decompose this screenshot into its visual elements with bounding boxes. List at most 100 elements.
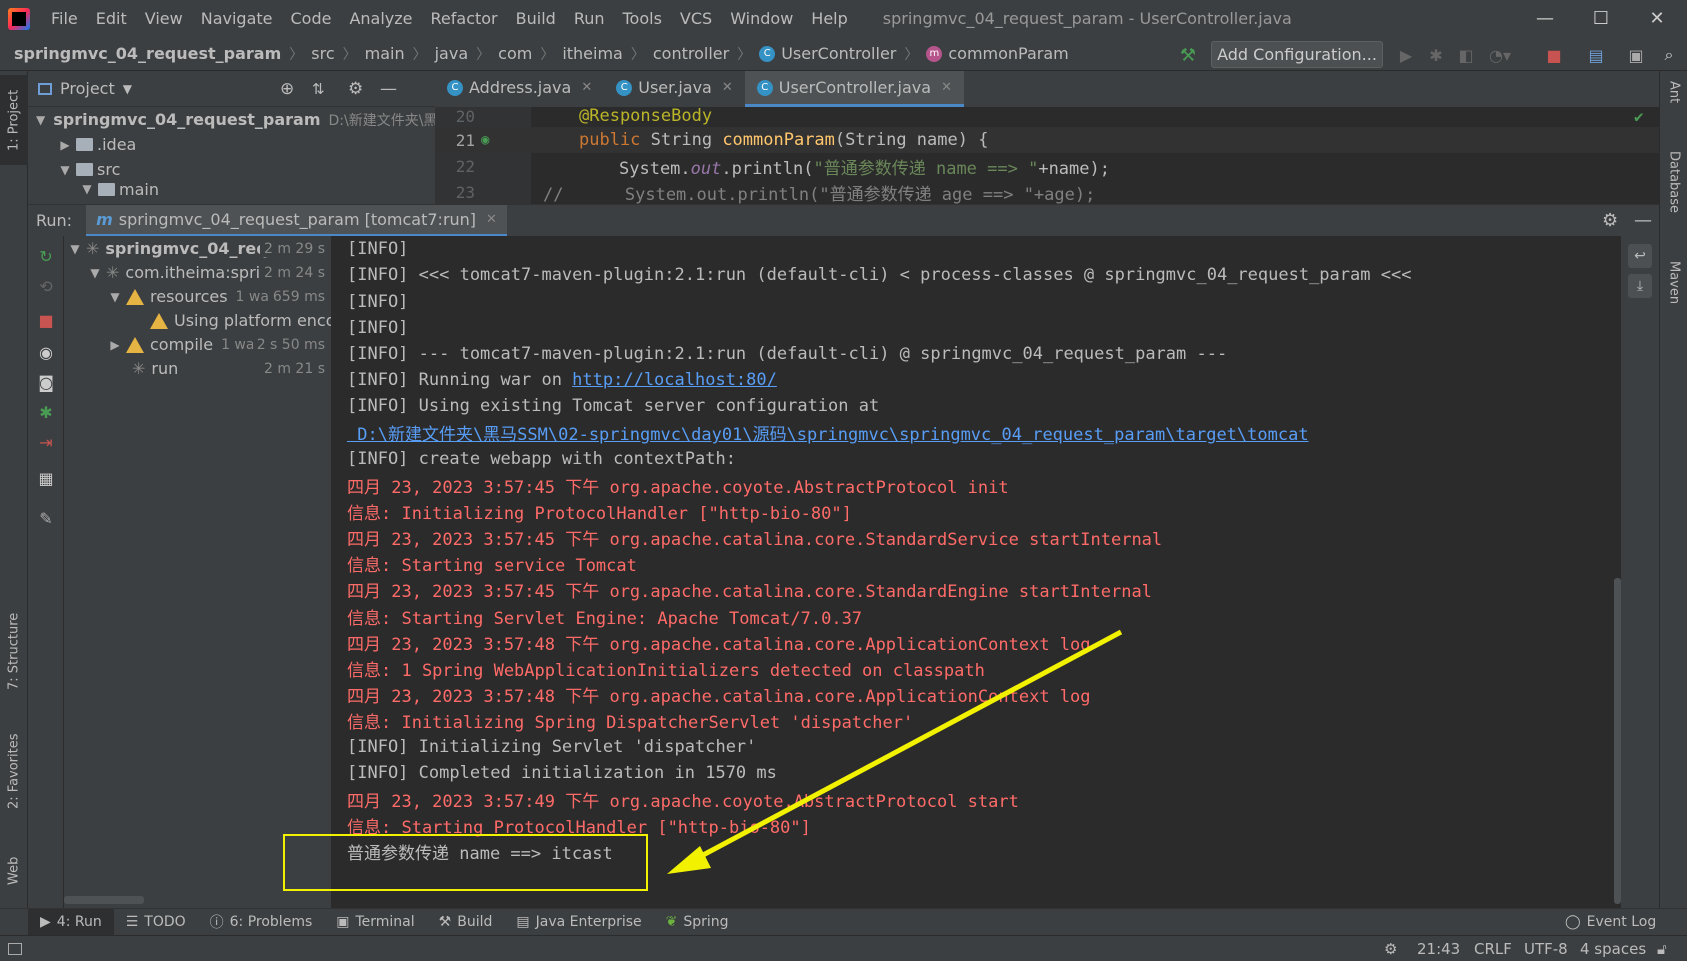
crumb-itheima[interactable]: itheima	[562, 44, 623, 63]
console-line[interactable]: D:\新建文件夹\黑马SSM\02-springmvc\day01\源码\spr…	[347, 420, 1308, 446]
hide-panel-icon[interactable]: —	[380, 79, 397, 99]
code-editor[interactable]: 20 @ResponseBody 21 ◉ public String comm…	[435, 107, 1659, 204]
crumb-project[interactable]: springmvc_04_request_param	[14, 44, 281, 63]
menu-view[interactable]: View	[136, 9, 192, 28]
menu-refactor[interactable]: Refactor	[422, 9, 507, 28]
crumb-method[interactable]: m commonParam	[926, 44, 1069, 63]
menu-help[interactable]: Help	[802, 9, 856, 28]
run-icon[interactable]: ▶	[1395, 44, 1417, 66]
menu-build[interactable]: Build	[507, 9, 565, 28]
debug-icon[interactable]: ✱	[1425, 44, 1447, 66]
console-output[interactable]: \classes[INFO][INFO] <<< tomcat7-maven-p…	[331, 236, 1621, 908]
line-separator[interactable]: CRLF	[1474, 940, 1512, 958]
chevron-down-icon[interactable]: ▼	[123, 82, 132, 96]
event-log-button[interactable]: ◯ Event Log	[1553, 914, 1668, 930]
maximize-icon[interactable]: ☐	[1573, 0, 1629, 37]
camera-icon[interactable]: ◙	[36, 372, 56, 392]
tab-project-tool[interactable]: 1: Project	[0, 75, 28, 165]
run-tab[interactable]: m springmvc_04_request_param [tomcat7:ru…	[86, 204, 507, 237]
tab-favorites-tool[interactable]: 2: Favorites	[0, 721, 28, 821]
close-icon[interactable]: ✕	[722, 80, 733, 95]
build-tree-module[interactable]: ▼ ✳ com.itheima:sprir 2 m 24 s	[64, 260, 331, 285]
horizontal-scrollbar[interactable]	[64, 896, 144, 904]
tree-item-src[interactable]: ▼ src	[28, 157, 435, 182]
menu-vcs[interactable]: VCS	[671, 9, 721, 28]
add-configuration-button[interactable]: Add Configuration...	[1211, 41, 1383, 68]
locate-icon[interactable]: ⊕	[280, 79, 294, 99]
tab-problems-tool[interactable]: ⓘ 6: Problems	[198, 912, 325, 932]
build-tree-warning[interactable]: Using platform enco	[64, 308, 331, 333]
coverage-icon[interactable]: ◧	[1455, 44, 1477, 66]
close-icon[interactable]: ✕	[1629, 0, 1685, 37]
stop-icon[interactable]: ■	[1543, 44, 1565, 66]
build-tree-compile[interactable]: ▶ compile 1 wa 2 s 50 ms	[64, 332, 331, 357]
project-structure-icon[interactable]: ▤	[1585, 44, 1607, 66]
spring-bean-icon[interactable]: ◉	[481, 132, 489, 148]
gear-icon[interactable]: ⚙	[348, 79, 363, 99]
tab-user-java[interactable]: C User.java ✕	[604, 71, 745, 107]
menu-navigate[interactable]: Navigate	[192, 9, 282, 28]
tree-item-idea[interactable]: ▶ .idea	[28, 132, 435, 157]
eye-icon[interactable]: ◉	[36, 342, 56, 362]
exit-icon[interactable]: ⇥	[36, 432, 56, 452]
tab-build-tool[interactable]: ⚒ Build	[427, 914, 505, 930]
menu-run[interactable]: Run	[565, 9, 614, 28]
crumb-java[interactable]: java	[435, 44, 469, 63]
soft-wrap-icon[interactable]: ↩	[1628, 244, 1652, 268]
menu-code[interactable]: Code	[282, 9, 341, 28]
tab-web-tool[interactable]: Web	[0, 841, 28, 901]
console-scrollbar[interactable]	[1614, 578, 1621, 904]
gear-icon[interactable]: ⚙	[1602, 210, 1618, 231]
crumb-src[interactable]: src	[311, 44, 334, 63]
file-encoding[interactable]: UTF-8	[1524, 940, 1568, 958]
close-icon[interactable]: ✕	[941, 80, 952, 95]
crumb-usercontroller[interactable]: C UserController	[759, 44, 896, 63]
tab-run-tool[interactable]: ▶ 4: Run	[28, 908, 114, 936]
scroll-to-end-icon[interactable]: ⤓	[1628, 274, 1652, 298]
terminal-icon[interactable]: ▣	[1625, 44, 1647, 66]
tab-usercontroller-java[interactable]: C UserController.java ✕	[744, 71, 964, 107]
tab-structure-tool[interactable]: 7: Structure	[0, 601, 28, 701]
profile-icon[interactable]: ◔▾	[1489, 44, 1511, 66]
tab-todo-tool[interactable]: ☰ TODO	[114, 914, 198, 930]
crumb-main[interactable]: main	[365, 44, 405, 63]
menu-tools[interactable]: Tools	[614, 9, 671, 28]
console-link[interactable]: http://localhost:80/	[572, 370, 777, 390]
menu-analyze[interactable]: Analyze	[340, 9, 421, 28]
project-title[interactable]: Project	[60, 79, 115, 98]
tab-maven-tool[interactable]: Maven	[1660, 261, 1687, 351]
lock-icon[interactable]: 🔓︎	[1657, 940, 1667, 958]
hammer-build-icon[interactable]: ⚒	[1177, 44, 1199, 66]
tab-ant-tool[interactable]: Ant	[1660, 81, 1687, 141]
window-icon[interactable]	[8, 942, 22, 955]
search-icon[interactable]: ⌕	[1658, 44, 1680, 66]
pin-icon[interactable]: ✎	[36, 508, 56, 528]
layout-icon[interactable]: ▦	[36, 468, 56, 488]
tree-item-main[interactable]: ▼ main	[28, 182, 435, 196]
menu-window[interactable]: Window	[721, 9, 802, 28]
tab-database-tool[interactable]: Database	[1660, 151, 1687, 251]
minimize-icon[interactable]: —	[1517, 0, 1573, 37]
close-icon[interactable]: ✕	[486, 212, 497, 227]
tree-item-project-root[interactable]: ▼ springmvc_04_request_param D:\新建文件夹\黑马	[28, 107, 435, 132]
caret-position[interactable]: 21:43	[1417, 940, 1460, 958]
close-icon[interactable]: ✕	[581, 80, 592, 95]
collapse-all-icon[interactable]: ⇅	[312, 80, 325, 98]
tab-terminal-tool[interactable]: ▣ Terminal	[324, 914, 426, 930]
crumb-com[interactable]: com	[498, 44, 532, 63]
menu-file[interactable]: File	[42, 9, 87, 28]
tab-address-java[interactable]: C Address.java ✕	[435, 71, 604, 107]
tab-java-enterprise-tool[interactable]: ▤ Java Enterprise	[504, 914, 653, 930]
stop-icon[interactable]: ■	[36, 310, 56, 330]
debug-bug-icon[interactable]: ✱	[36, 402, 56, 422]
rerun-icon[interactable]: ↻	[36, 246, 56, 266]
tab-spring-tool[interactable]: ❦ Spring	[654, 914, 741, 930]
rerun-failed-icon[interactable]: ⟲	[36, 276, 56, 296]
hide-panel-icon[interactable]: —	[1634, 210, 1652, 231]
build-tree-resources[interactable]: ▼ resources 1 wa 659 ms	[64, 284, 331, 309]
build-tree-root[interactable]: ▼ ✳ springmvc_04_reque 2 m 29 s	[64, 236, 331, 261]
indexing-icon[interactable]: ⚙	[1384, 940, 1397, 958]
crumb-controller[interactable]: controller	[653, 44, 729, 63]
indent-setting[interactable]: 4 spaces	[1580, 940, 1646, 958]
menu-edit[interactable]: Edit	[87, 9, 136, 28]
